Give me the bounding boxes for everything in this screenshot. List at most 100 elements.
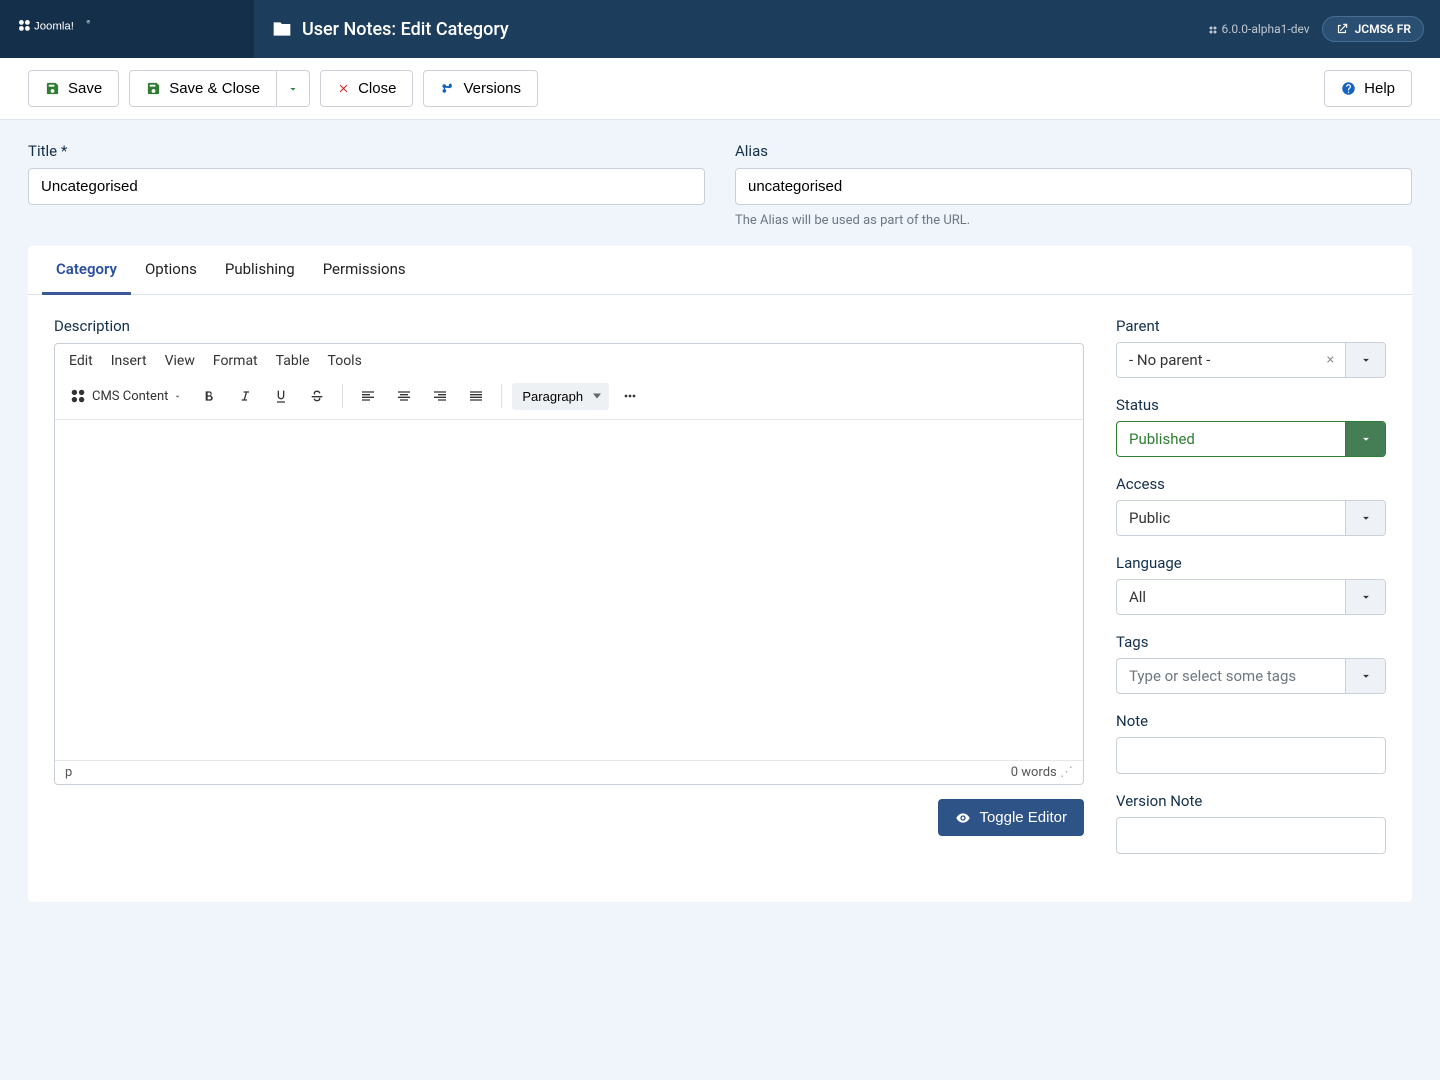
editor-path: p <box>65 765 72 780</box>
status-select[interactable]: Published <box>1116 421 1386 457</box>
menu-format[interactable]: Format <box>213 353 258 369</box>
external-link-icon <box>1335 22 1349 36</box>
page-title-area: User Notes: Edit Category <box>254 19 1208 40</box>
sidebar-column: Parent - No parent -✕ Status Published A… <box>1116 317 1386 872</box>
more-button[interactable] <box>615 381 645 411</box>
bold-button[interactable] <box>194 381 224 411</box>
underline-button[interactable] <box>266 381 296 411</box>
main-panel: Category Options Publishing Permissions … <box>28 246 1412 902</box>
tabs: Category Options Publishing Permissions <box>28 246 1412 295</box>
save-close-caret[interactable] <box>277 70 310 107</box>
tab-options[interactable]: Options <box>131 246 211 294</box>
close-button[interactable]: Close <box>320 70 413 107</box>
editor-toolbar: CMS Content Paragraph <box>55 376 1083 420</box>
description-label: Description <box>54 317 1084 335</box>
menu-insert[interactable]: Insert <box>111 353 147 369</box>
alias-input[interactable] <box>735 168 1412 205</box>
joomla-mini-icon <box>1208 25 1218 35</box>
clear-icon[interactable]: ✕ <box>1326 354 1335 367</box>
version-note-label: Version Note <box>1116 792 1386 810</box>
help-button[interactable]: Help <box>1324 70 1412 107</box>
underline-icon <box>273 388 289 404</box>
save-button[interactable]: Save <box>28 70 119 107</box>
close-icon <box>337 82 350 95</box>
app-header: Joomla! ® User Notes: Edit Category 6.0.… <box>0 0 1440 58</box>
language-label: Language <box>1116 554 1386 572</box>
chevron-down-icon <box>173 392 182 401</box>
align-justify-button[interactable] <box>461 381 491 411</box>
align-right-icon <box>432 388 448 404</box>
joomla-icon <box>69 387 87 405</box>
align-center-icon <box>396 388 412 404</box>
editor-content-area[interactable] <box>55 420 1083 760</box>
title-label: Title * <box>28 142 705 160</box>
menu-table[interactable]: Table <box>276 353 310 369</box>
alias-label: Alias <box>735 142 1412 160</box>
align-right-button[interactable] <box>425 381 455 411</box>
align-center-button[interactable] <box>389 381 419 411</box>
editor-wordcount: 0 words <box>1011 765 1057 780</box>
italic-button[interactable] <box>230 381 260 411</box>
cms-content-button[interactable]: CMS Content <box>63 383 188 409</box>
rich-editor: Edit Insert View Format Table Tools CMS … <box>54 343 1084 785</box>
joomla-logo-icon: Joomla! ® <box>16 17 136 41</box>
svg-text:Joomla!: Joomla! <box>34 21 74 33</box>
align-justify-icon <box>468 388 484 404</box>
tab-permissions[interactable]: Permissions <box>309 246 420 294</box>
eye-icon <box>955 810 971 826</box>
save-close-group: Save & Close <box>129 70 310 107</box>
version-text: 6.0.0-alpha1-dev <box>1208 22 1309 36</box>
svg-text:®: ® <box>87 19 91 26</box>
status-label: Status <box>1116 396 1386 414</box>
parent-label: Parent <box>1116 317 1386 335</box>
menu-tools[interactable]: Tools <box>328 353 362 369</box>
site-badge[interactable]: JCMS6 FR <box>1322 16 1424 42</box>
tags-select[interactable]: Type or select some tags <box>1116 658 1386 694</box>
page-title: User Notes: Edit Category <box>302 19 509 40</box>
branch-icon <box>440 81 455 96</box>
save-icon <box>146 81 161 96</box>
more-icon <box>622 388 638 404</box>
chevron-down-icon[interactable] <box>1345 422 1385 456</box>
toolbar-sep <box>342 384 343 408</box>
access-select[interactable]: Public <box>1116 500 1386 536</box>
chevron-down-icon <box>287 83 299 95</box>
note-label: Note <box>1116 712 1386 730</box>
language-select[interactable]: All <box>1116 579 1386 615</box>
versions-button[interactable]: Versions <box>423 70 538 107</box>
paragraph-select-wrap: Paragraph <box>512 383 609 410</box>
save-icon <box>45 81 60 96</box>
save-close-button[interactable]: Save & Close <box>129 70 277 107</box>
chevron-down-icon[interactable] <box>1345 343 1385 377</box>
access-label: Access <box>1116 475 1386 493</box>
italic-icon <box>237 388 253 404</box>
main-toolbar: Save Save & Close Close Versions Help <box>0 58 1440 120</box>
editor-statusbar: p 0 words ⋰ <box>55 760 1083 784</box>
tab-category[interactable]: Category <box>42 246 131 295</box>
form-top-row: Title * Alias The Alias will be used as … <box>0 120 1440 246</box>
align-left-icon <box>360 388 376 404</box>
strikethrough-icon <box>309 388 325 404</box>
help-icon <box>1341 81 1356 96</box>
menu-edit[interactable]: Edit <box>69 353 93 369</box>
paragraph-select[interactable]: Paragraph <box>512 383 609 410</box>
strike-button[interactable] <box>302 381 332 411</box>
chevron-down-icon[interactable] <box>1345 659 1385 693</box>
title-input[interactable] <box>28 168 705 205</box>
header-right: 6.0.0-alpha1-dev JCMS6 FR <box>1208 16 1440 42</box>
note-input[interactable] <box>1116 737 1386 774</box>
tags-label: Tags <box>1116 633 1386 651</box>
version-note-input[interactable] <box>1116 817 1386 854</box>
menu-view[interactable]: View <box>165 353 195 369</box>
align-left-button[interactable] <box>353 381 383 411</box>
chevron-down-icon[interactable] <box>1345 580 1385 614</box>
toggle-editor-button[interactable]: Toggle Editor <box>938 799 1084 836</box>
chevron-down-icon[interactable] <box>1345 501 1385 535</box>
editor-menubar: Edit Insert View Format Table Tools <box>55 344 1083 376</box>
parent-select[interactable]: - No parent -✕ <box>1116 342 1386 378</box>
tab-publishing[interactable]: Publishing <box>211 246 309 294</box>
editor-resize-handle[interactable]: ⋰ <box>1060 765 1073 780</box>
brand-logo[interactable]: Joomla! ® <box>0 0 254 58</box>
folder-icon <box>272 19 292 39</box>
alias-hint: The Alias will be used as part of the UR… <box>735 213 1412 228</box>
